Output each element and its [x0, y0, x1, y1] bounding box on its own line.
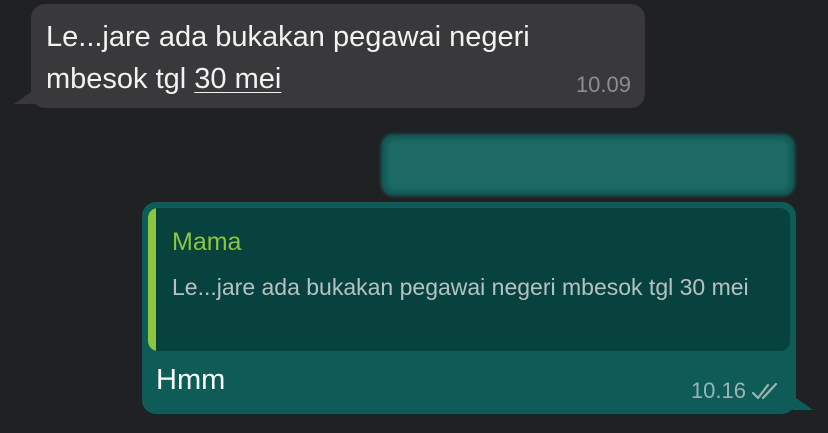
quote-text: Le...jare ada bukakan pegawai negeri mbe… — [172, 274, 749, 300]
bubble-tail — [14, 90, 34, 104]
message-text: Hmm — [156, 364, 226, 396]
outgoing-message-bubble[interactable]: Mama Le...jare ada bukakan pegawai neger… — [142, 202, 813, 414]
chat-view: Le...jare ada bukakan pegawai negeri mbe… — [0, 0, 828, 433]
double-check-icon — [751, 382, 778, 400]
message-meta: 10.16 — [691, 378, 780, 404]
redacted-message-bubble[interactable] — [381, 134, 795, 196]
quote-author: Mama — [172, 228, 242, 256]
message-text-part: Le...jare ada bukakan pegawai negeri mbe… — [46, 21, 530, 95]
quote-bar — [148, 208, 156, 351]
message-text: Le...jare ada bukakan pegawai negeri mbe… — [46, 16, 606, 100]
message-time: 10.16 — [690, 378, 746, 403]
incoming-message-bubble[interactable]: Le...jare ada bukakan pegawai negeri mbe… — [14, 4, 645, 108]
bubble-tail — [793, 396, 813, 410]
message-time: 10.09 — [575, 72, 631, 97]
date-link[interactable]: 30 mei — [194, 63, 281, 95]
quoted-message[interactable]: Mama Le...jare ada bukakan pegawai neger… — [148, 208, 790, 351]
redacted-content — [387, 140, 789, 190]
